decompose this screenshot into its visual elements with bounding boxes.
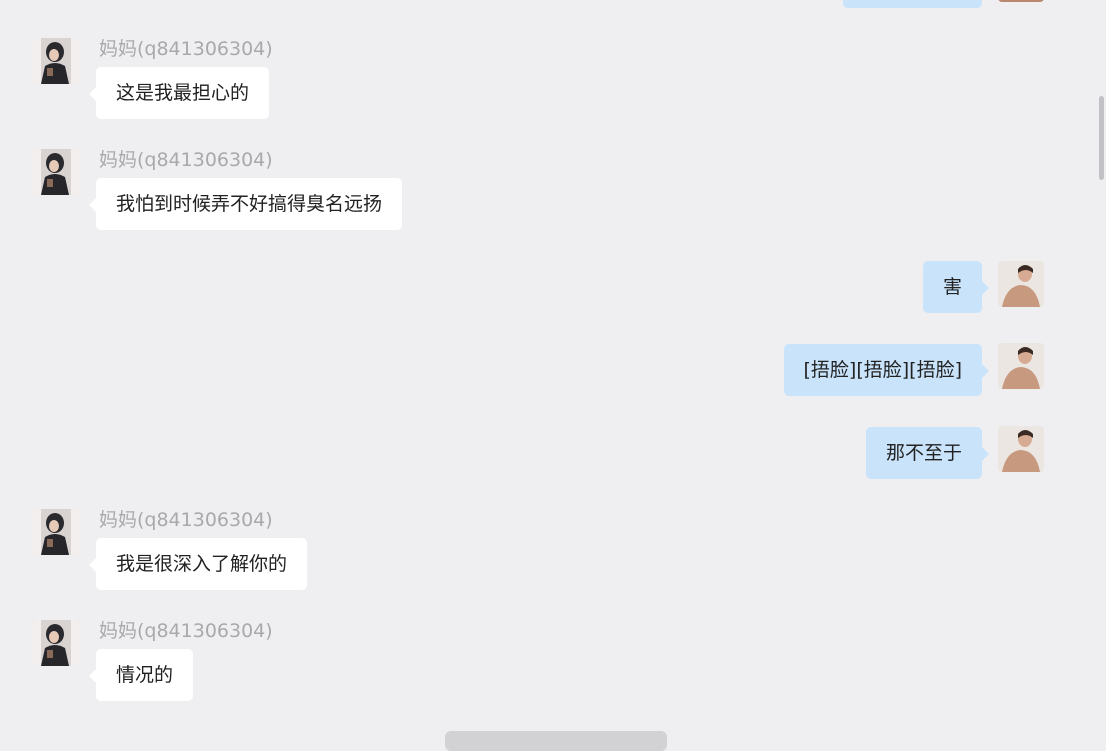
message-bubble-incoming[interactable]: 我怕到时候弄不好搞得臭名远扬 [88,178,403,230]
sender-name: 妈妈(q841306304) [99,149,273,171]
sender-name: 妈妈(q841306304) [99,620,273,642]
message-bubble-incoming[interactable]: 情况的 [88,649,194,701]
previous-user-avatar[interactable] [998,0,1044,2]
user-avatar-icon[interactable] [998,343,1044,389]
mom-avatar-icon[interactable] [33,620,79,666]
mom-avatar-icon[interactable] [33,509,79,555]
sender-name: 妈妈(q841306304) [99,38,273,60]
message-bubble-outgoing[interactable]: [捂脸][捂脸][捂脸] [783,344,990,396]
scrollbar-thumb[interactable] [1099,96,1104,180]
mom-avatar-icon[interactable] [33,38,79,84]
timestamp-pill [445,731,667,751]
message-bubble-outgoing[interactable]: 害 [922,261,990,313]
message-bubble-incoming[interactable]: 这是我最担心的 [88,67,270,119]
message-bubble-outgoing[interactable]: 那不至于 [865,427,990,479]
mom-avatar-icon[interactable] [33,149,79,195]
user-avatar-icon[interactable] [998,426,1044,472]
sender-name: 妈妈(q841306304) [99,509,273,531]
user-avatar-icon[interactable] [998,261,1044,307]
previous-message-bubble[interactable] [843,0,982,8]
message-bubble-incoming[interactable]: 我是很深入了解你的 [88,538,308,590]
